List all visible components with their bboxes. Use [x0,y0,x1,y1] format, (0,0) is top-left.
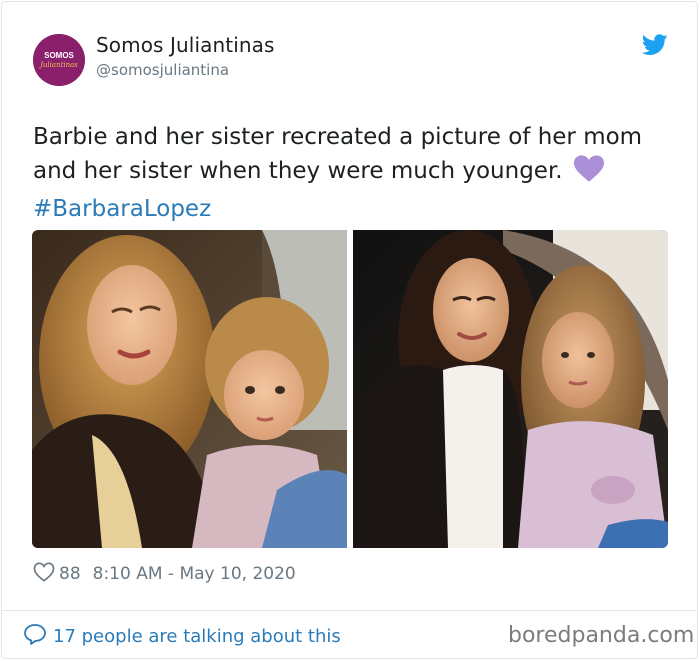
tweet-photo-left[interactable] [32,230,347,548]
recreated-photo-image [353,230,668,548]
purple-heart-emoji-icon [573,155,604,192]
tweet-text: Barbie and her sister recreated a pictur… [33,124,643,184]
author-name[interactable]: Somos Juliantinas [96,33,275,57]
conversation-link[interactable]: 17 people are talking about this [23,623,341,649]
tweet-meta-row: 88 8:10 AM - May 10, 2020 [33,562,296,586]
tweet-body: Barbie and her sister recreated a pictur… [33,120,683,226]
conversation-text: 17 people are talking about this [53,625,341,647]
avatar-logo: SOMOS Juliantinas [33,34,85,86]
like-count[interactable]: 88 [59,564,81,584]
hashtag-link[interactable]: #BarbaraLopez [33,192,683,226]
twitter-bird-icon[interactable] [641,34,668,56]
watermark: boredpanda.com [508,623,695,648]
old-photo-image [32,230,347,548]
tweet-timestamp[interactable]: 8:10 AM - May 10, 2020 [93,564,296,584]
comment-bubble-icon [23,623,47,650]
heart-outline-icon[interactable] [33,562,55,587]
avatar[interactable]: SOMOS Juliantinas [33,34,85,86]
tweet-photo-right[interactable] [353,230,668,548]
author-handle[interactable]: @somosjuliantina [96,61,229,79]
avatar-text-line1: SOMOS [44,51,74,60]
avatar-text-line2: Juliantinas [38,61,78,69]
footer-divider [1,610,698,611]
